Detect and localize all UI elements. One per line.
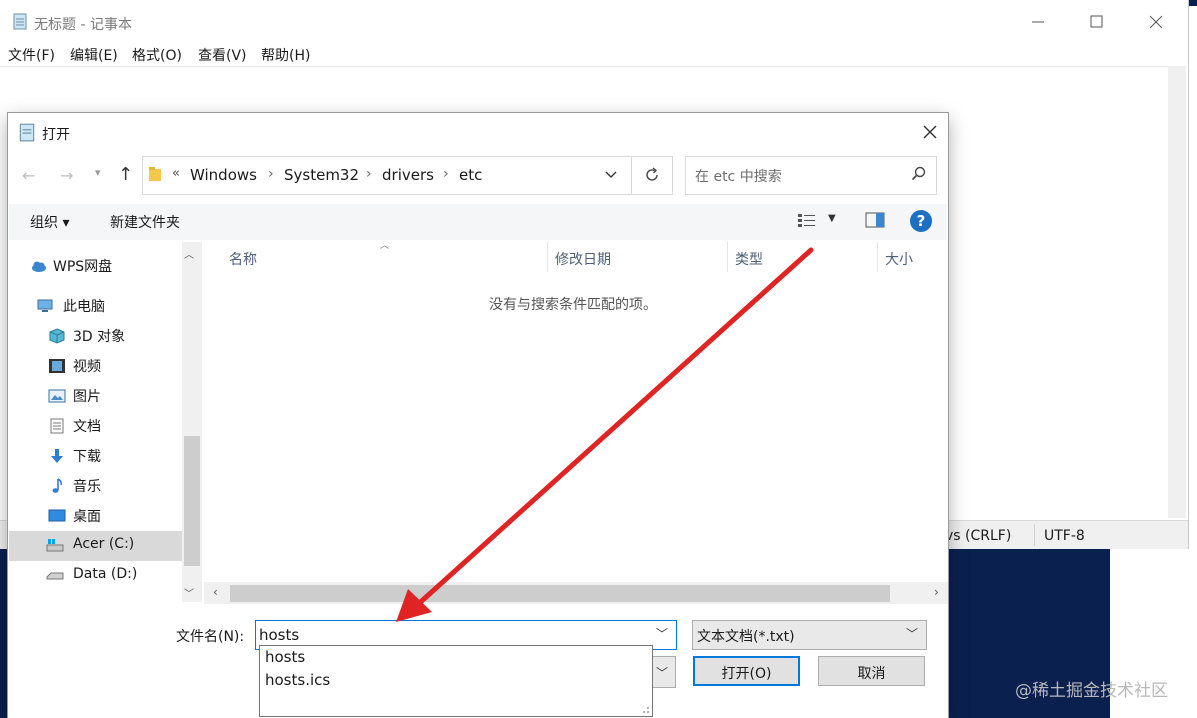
forward-arrow-icon[interactable]: → bbox=[60, 166, 73, 185]
dialog-title: 打开 bbox=[42, 127, 70, 143]
nav-label: 音乐 bbox=[73, 479, 101, 495]
organize-button[interactable]: 组织 ▾ bbox=[30, 212, 69, 232]
column-divider[interactable] bbox=[727, 242, 728, 272]
refresh-icon bbox=[646, 167, 658, 181]
nav-label: 此电脑 bbox=[63, 299, 105, 315]
column-divider[interactable] bbox=[877, 242, 878, 272]
search-icon[interactable] bbox=[910, 165, 928, 183]
nav-label: 视频 bbox=[73, 359, 101, 375]
menu-format[interactable]: 格式(O) bbox=[132, 45, 182, 65]
status-divider bbox=[1034, 524, 1035, 546]
minimize-button[interactable] bbox=[1023, 10, 1053, 34]
menu-view[interactable]: 查看(V) bbox=[198, 45, 247, 65]
search-placeholder: 在 etc 中搜索 bbox=[695, 169, 782, 185]
up-arrow-icon[interactable]: ↑ bbox=[118, 164, 133, 185]
chevron-down-icon[interactable]: ﹀ bbox=[656, 625, 668, 642]
desktop-icon bbox=[48, 509, 66, 522]
nav-label: WPS网盘 bbox=[53, 259, 113, 275]
folder-icon bbox=[149, 167, 161, 181]
drive-d-icon bbox=[46, 572, 64, 580]
picture-icon bbox=[48, 389, 66, 403]
close-button[interactable] bbox=[1141, 10, 1171, 34]
column-type[interactable]: 类型 bbox=[735, 249, 763, 269]
preview-pane-icon[interactable] bbox=[864, 212, 886, 228]
recent-locations-icon[interactable]: ▾ bbox=[95, 166, 101, 179]
watermark: @稀土掘金技术社区 bbox=[1015, 681, 1168, 701]
computer-icon bbox=[37, 299, 53, 312]
maximize-button[interactable] bbox=[1081, 10, 1111, 34]
nav-label: Acer (C:) bbox=[73, 536, 135, 552]
cancel-button-label[interactable]: 取消 bbox=[818, 663, 925, 683]
scroll-up-icon[interactable]: ︿ bbox=[184, 246, 194, 261]
filename-value[interactable]: hosts bbox=[259, 626, 299, 644]
video-icon bbox=[49, 359, 65, 373]
help-icon[interactable]: ? bbox=[910, 210, 932, 232]
back-arrow-icon[interactable]: ← bbox=[22, 166, 35, 185]
nav-label: 文档 bbox=[73, 419, 101, 435]
dialog-close-button[interactable] bbox=[918, 120, 942, 144]
new-folder-button[interactable]: 新建文件夹 bbox=[110, 212, 180, 232]
column-size[interactable]: 大小 bbox=[885, 249, 913, 269]
breadcrumb-drivers[interactable]: drivers bbox=[382, 166, 434, 184]
cube-icon bbox=[49, 328, 65, 344]
nav-label: 桌面 bbox=[73, 509, 101, 525]
view-dropdown-icon[interactable]: ▼ bbox=[828, 213, 836, 224]
download-icon bbox=[51, 449, 63, 463]
menu-file[interactable]: 文件(F) bbox=[8, 45, 55, 65]
breadcrumb-separator-icon[interactable]: › bbox=[443, 166, 449, 182]
autocomplete-item[interactable]: hosts bbox=[265, 648, 305, 666]
nav-item-drive-c[interactable]: Acer (C:) bbox=[9, 531, 182, 561]
notepad-scrollbar[interactable] bbox=[1168, 66, 1186, 518]
chevron-down-icon[interactable]: ﹀ bbox=[656, 664, 668, 681]
file-list[interactable] bbox=[204, 242, 948, 582]
nav-item-wps-cloud[interactable]: WPS网盘 bbox=[30, 251, 203, 281]
empty-message: 没有与搜索条件匹配的项。 bbox=[489, 297, 657, 313]
menu-help[interactable]: 帮助(H) bbox=[261, 45, 310, 65]
scroll-right-icon[interactable]: › bbox=[934, 585, 939, 599]
notepad-icon bbox=[13, 13, 27, 30]
refresh-button[interactable] bbox=[631, 156, 673, 195]
breadcrumb-separator-icon[interactable]: › bbox=[366, 166, 372, 182]
open-button-label[interactable]: 打开(O) bbox=[693, 663, 800, 683]
nav-label: 下载 bbox=[73, 449, 101, 465]
scroll-left-icon[interactable]: ‹ bbox=[213, 585, 218, 599]
scroll-down-icon[interactable]: ﹀ bbox=[184, 585, 194, 600]
music-icon bbox=[52, 478, 62, 493]
sort-ascending-icon: ︿ bbox=[380, 241, 390, 251]
column-divider[interactable] bbox=[547, 242, 548, 272]
status-encoding: UTF-8 bbox=[1044, 528, 1085, 544]
filetype-value[interactable]: 文本文档(*.txt) bbox=[697, 626, 795, 646]
nav-label: 3D 对象 bbox=[73, 329, 126, 345]
chevron-down-icon[interactable]: ﹀ bbox=[906, 625, 918, 642]
resize-grip-icon[interactable] bbox=[638, 702, 650, 714]
drive-c-icon bbox=[46, 539, 64, 552]
hscroll-thumb[interactable] bbox=[230, 585, 890, 602]
filename-label: 文件名(N): bbox=[176, 629, 245, 645]
breadcrumb-separator-icon[interactable]: › bbox=[268, 166, 274, 182]
autocomplete-item[interactable]: hosts.ics bbox=[265, 671, 330, 689]
breadcrumb-windows[interactable]: Windows bbox=[190, 166, 257, 184]
column-name[interactable]: 名称 bbox=[229, 249, 257, 269]
nav-label: 图片 bbox=[73, 389, 101, 405]
cloud-icon bbox=[32, 261, 46, 272]
view-options-icon[interactable] bbox=[797, 212, 819, 228]
column-modified-date[interactable]: 修改日期 bbox=[555, 249, 611, 269]
chevron-down-icon[interactable] bbox=[600, 160, 622, 190]
dialog-notepad-icon bbox=[19, 123, 35, 142]
document-icon bbox=[50, 418, 64, 434]
navpane-scroll-thumb[interactable] bbox=[184, 436, 200, 566]
nav-label: Data (D:) bbox=[73, 566, 138, 582]
menu-edit[interactable]: 编辑(E) bbox=[70, 45, 118, 65]
breadcrumb-overflow[interactable]: « bbox=[172, 166, 180, 181]
status-line-ending: vs (CRLF) bbox=[945, 528, 1012, 544]
breadcrumb-system32[interactable]: System32 bbox=[284, 166, 359, 184]
breadcrumb-etc[interactable]: etc bbox=[459, 166, 482, 184]
notepad-title: 无标题 - 记事本 bbox=[34, 17, 132, 33]
